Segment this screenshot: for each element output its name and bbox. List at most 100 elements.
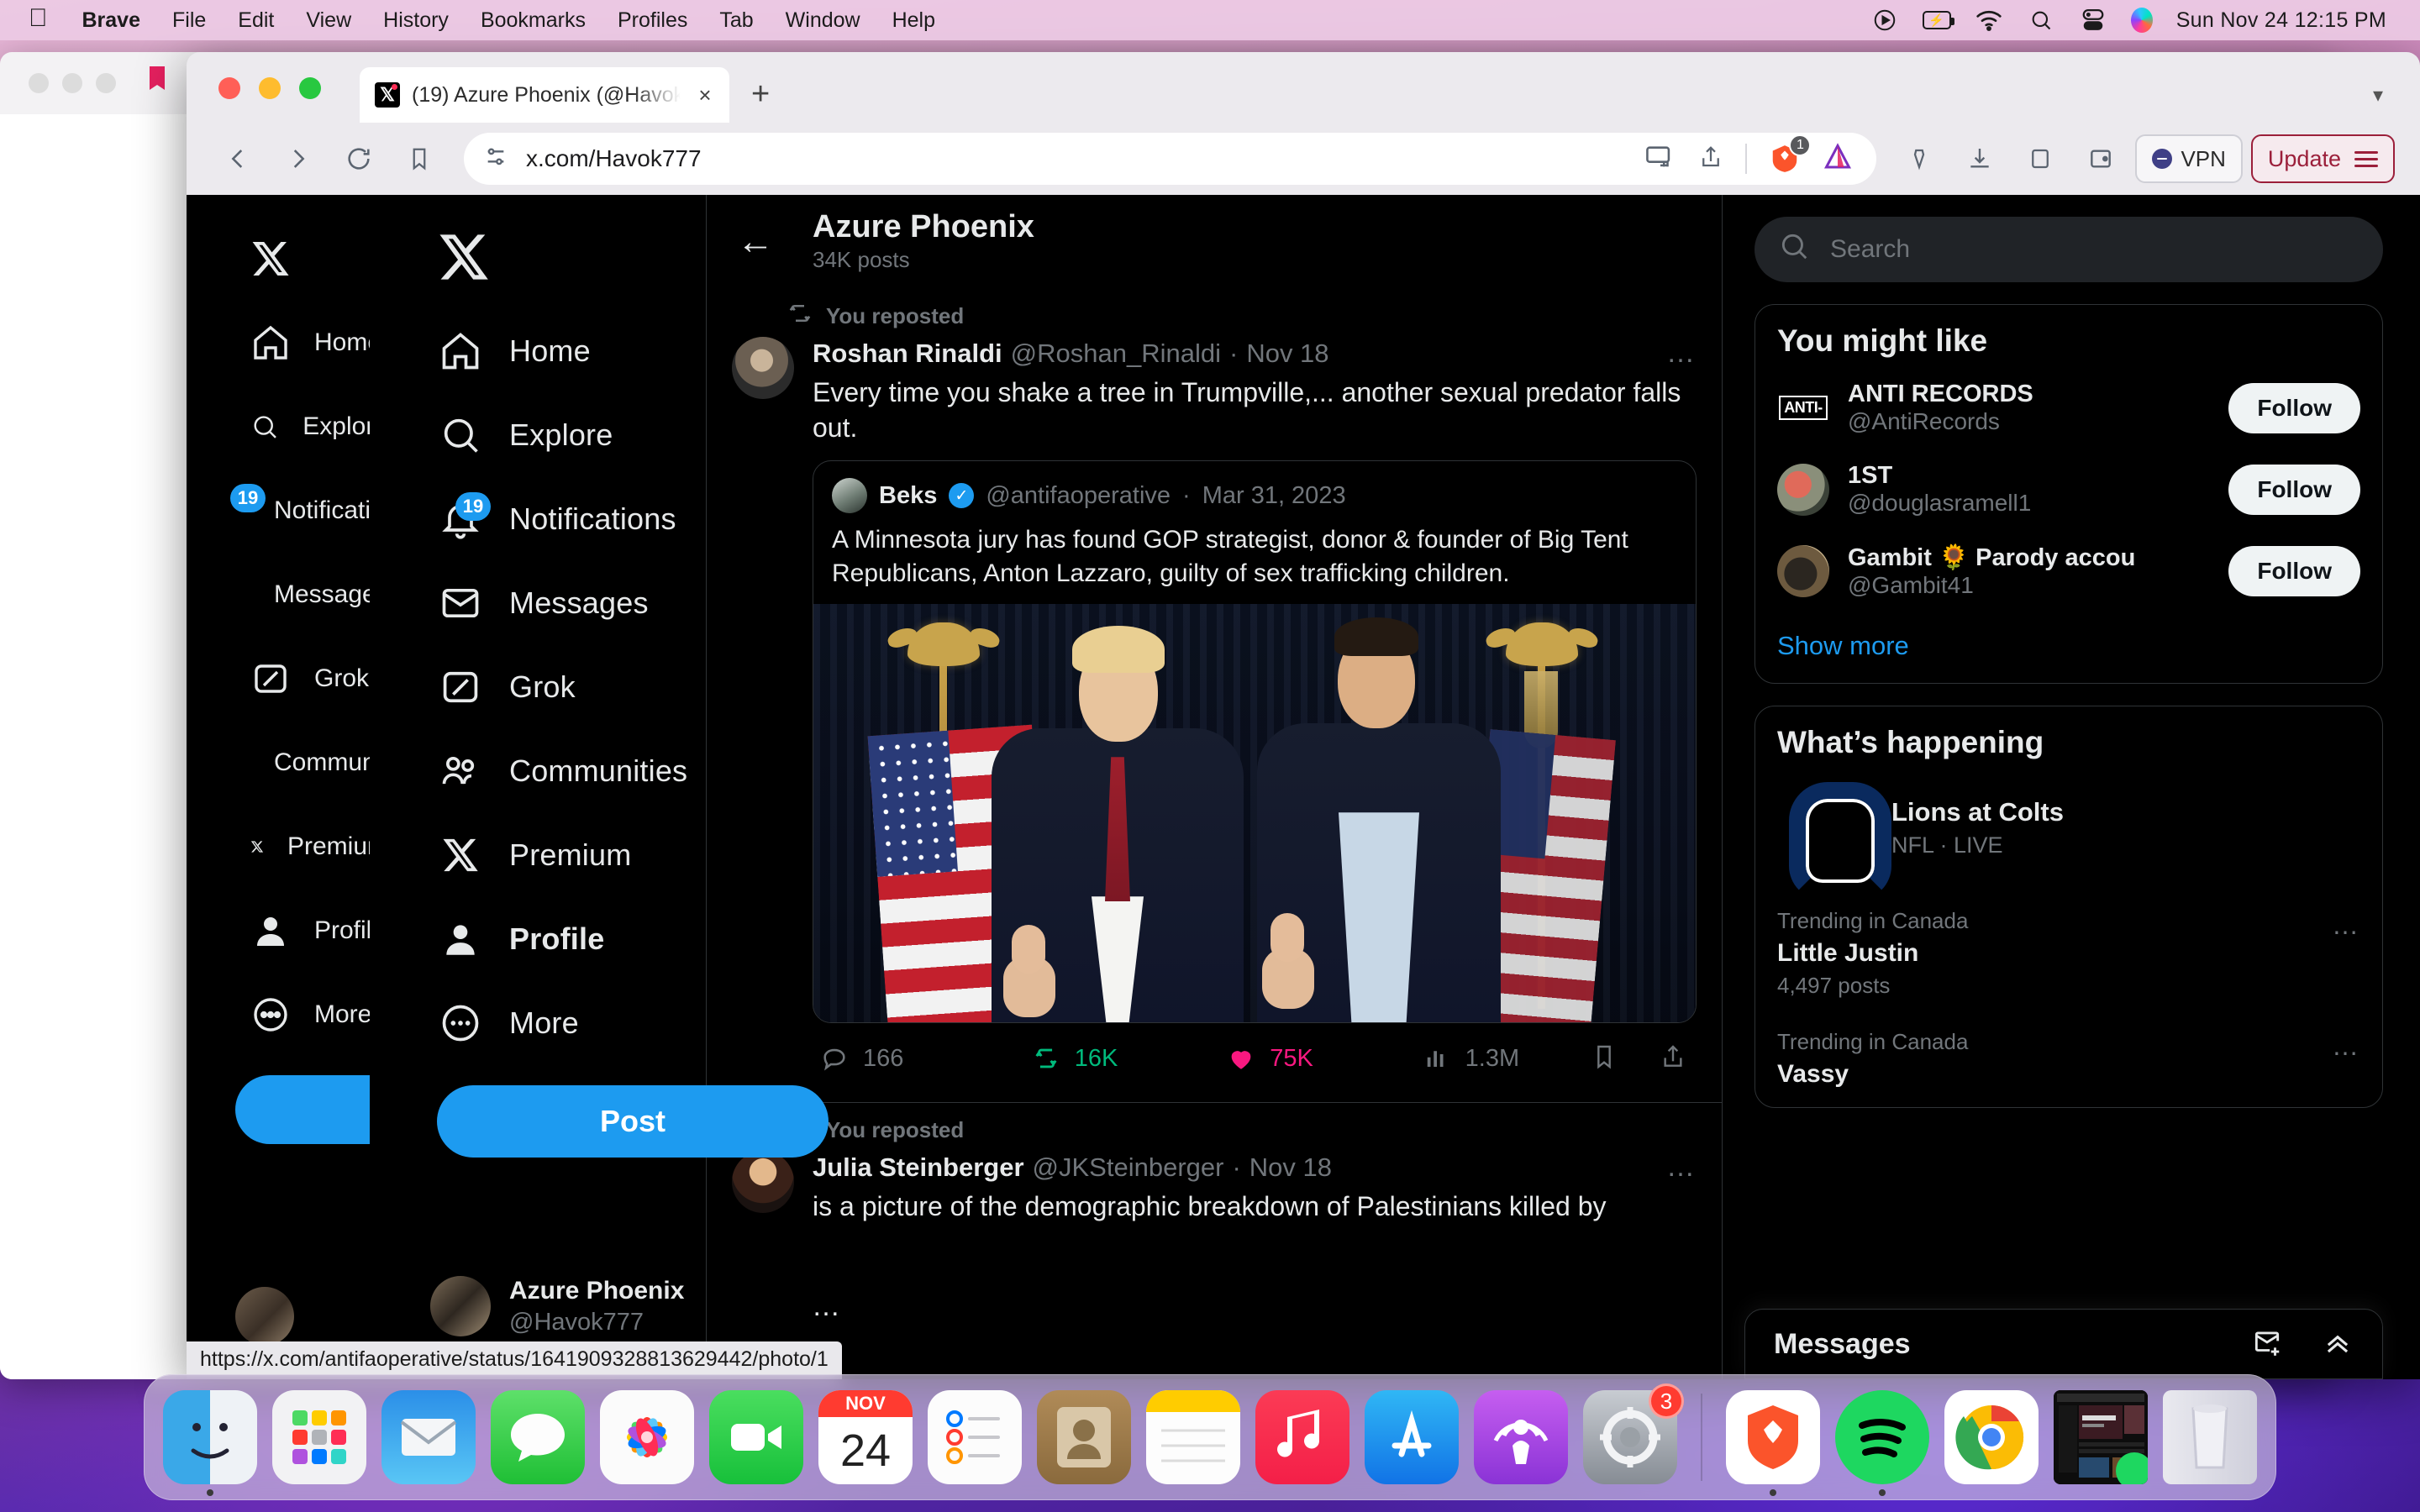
menubar-item-brave[interactable]: Brave xyxy=(66,8,157,33)
back-arrow-icon[interactable] xyxy=(212,133,264,185)
rail-item-profile[interactable]: Profile xyxy=(187,889,388,973)
dock-item-chrome[interactable] xyxy=(1944,1390,2039,1484)
apple-logo-icon[interactable]:  xyxy=(15,6,66,34)
menubar-item-profiles[interactable]: Profiles xyxy=(602,8,703,33)
dock-item-brave[interactable] xyxy=(1726,1390,1820,1484)
menubar-item-tab[interactable]: Tab xyxy=(703,8,769,33)
share-icon[interactable] xyxy=(1698,143,1723,176)
suggested-account[interactable]: 1ST @douglasramell1 Follow xyxy=(1755,449,2382,530)
brave-shields-lion-icon[interactable]: 1 xyxy=(1769,134,1812,175)
menubar-item-file[interactable]: File xyxy=(156,8,222,33)
dock-item-podcasts[interactable] xyxy=(1474,1390,1568,1484)
dock-item-calendar[interactable]: NOV 24 xyxy=(818,1390,913,1484)
dock-item-launchpad[interactable] xyxy=(272,1390,366,1484)
dock-item-contacts[interactable] xyxy=(1037,1390,1131,1484)
post-handle[interactable]: @Roshan_Rinaldi xyxy=(1011,339,1221,369)
like-button[interactable]: 75K xyxy=(1224,1042,1419,1075)
dock-item-reminders[interactable] xyxy=(928,1390,1022,1484)
address-bar[interactable]: x.com/Havok777 1 xyxy=(464,133,1877,185)
downloads-icon[interactable] xyxy=(1954,133,2006,185)
quoted-handle[interactable]: @antifaoperative xyxy=(986,482,1171,510)
post-button[interactable]: Post xyxy=(437,1085,829,1158)
timeline-post[interactable]: You reposted Roshan Rinaldi @Roshan_Rina… xyxy=(707,289,1722,1104)
timeline-post[interactable]: You reposted Julia Steinberger @JKSteinb… xyxy=(707,1103,1722,1231)
rail-item-messages[interactable]: Messages xyxy=(187,553,389,637)
rail-item-notifications[interactable]: 19 Notifications xyxy=(187,469,411,553)
cast-icon[interactable] xyxy=(1644,143,1676,176)
dock-item-mail[interactable] xyxy=(381,1390,476,1484)
search-input[interactable]: Search xyxy=(1754,217,2383,282)
trend-more-icon[interactable]: … xyxy=(2332,910,2360,941)
battery-charging-icon[interactable]: ⚡ xyxy=(1922,8,1954,33)
sidebar-item-notifications[interactable]: 19 Notifications xyxy=(370,477,706,561)
dock-item-music[interactable] xyxy=(1255,1390,1349,1484)
suggested-account[interactable]: ANTI- ANTI RECORDS @AntiRecords Follow xyxy=(1755,367,2382,449)
post-more-icon[interactable]: … xyxy=(1666,337,1697,370)
reload-icon[interactable] xyxy=(333,133,385,185)
avatar[interactable] xyxy=(732,1151,794,1214)
dock-item-spotify-window-preview[interactable] xyxy=(2054,1390,2148,1484)
rail-item-grok[interactable]: Grok xyxy=(187,637,388,721)
spotlight-search-icon[interactable] xyxy=(2027,8,2055,33)
sidebar-item-explore[interactable]: Explore xyxy=(370,393,706,477)
follow-button[interactable]: Follow xyxy=(2228,546,2360,596)
hamburger-menu-icon[interactable] xyxy=(2354,150,2378,167)
quoted-author[interactable]: Beks xyxy=(879,482,937,510)
dock-item-trash[interactable] xyxy=(2163,1390,2257,1484)
reply-button[interactable]: 166 xyxy=(818,1042,1029,1075)
rail-account[interactable] xyxy=(235,1287,294,1346)
menubar-item-bookmarks[interactable]: Bookmarks xyxy=(465,8,602,33)
messages-dock[interactable]: Messages xyxy=(1744,1309,2383,1379)
rail-item-more[interactable]: More xyxy=(187,973,388,1057)
views-button[interactable]: 1.3M xyxy=(1420,1042,1591,1075)
quoted-date[interactable]: Mar 31, 2023 xyxy=(1202,482,1346,510)
minimize-window-button[interactable] xyxy=(259,77,281,99)
sidebar-panel-icon[interactable] xyxy=(2014,133,2066,185)
account-switcher[interactable]: Azure Phoenix @Havok777 … xyxy=(430,1275,842,1337)
share-icon[interactable] xyxy=(1660,1042,1686,1075)
sidebar-item-home[interactable]: Home xyxy=(370,309,706,393)
chevron-up-icon[interactable] xyxy=(2322,1326,2354,1362)
account-menu-icon[interactable]: … xyxy=(812,1290,842,1323)
post-more-icon[interactable]: … xyxy=(1666,1151,1697,1184)
sidebar-item-grok[interactable]: Grok xyxy=(370,645,706,729)
x-logo-icon[interactable] xyxy=(437,230,491,284)
bg-minimize-button[interactable] xyxy=(62,73,82,93)
site-settings-icon[interactable] xyxy=(482,144,509,175)
suggested-account[interactable]: Gambit 🌻 Parody accou @Gambit41 Follow xyxy=(1755,530,2382,612)
menubar-item-help[interactable]: Help xyxy=(876,8,951,33)
new-tab-button[interactable]: + xyxy=(751,76,770,113)
sidebar-item-premium[interactable]: Premium xyxy=(370,813,706,897)
forward-arrow-icon[interactable] xyxy=(272,133,324,185)
trend-item[interactable]: … Trending in Canada Little Justin 4,497… xyxy=(1755,896,2382,1017)
dock-item-messages[interactable] xyxy=(491,1390,585,1484)
dock-item-app-store[interactable] xyxy=(1365,1390,1459,1484)
post-handle[interactable]: @JKSteinberger xyxy=(1033,1152,1224,1183)
post-date[interactable]: Nov 18 xyxy=(1249,1152,1332,1183)
menubar-item-edit[interactable]: Edit xyxy=(222,8,290,33)
bg-zoom-button[interactable] xyxy=(96,73,116,93)
brave-wallet-icon[interactable] xyxy=(2075,133,2127,185)
siri-icon[interactable] xyxy=(2130,8,2153,33)
rail-item-explore[interactable]: Explore xyxy=(187,385,388,469)
repost-button[interactable]: 16K xyxy=(1029,1042,1224,1075)
post-date[interactable]: Nov 18 xyxy=(1246,339,1328,369)
browser-tab[interactable]: 𝕏 (19) Azure Phoenix (@Havok7 × xyxy=(360,67,729,123)
vpn-button[interactable]: VPN xyxy=(2135,134,2243,183)
bookmark-icon[interactable] xyxy=(1591,1042,1618,1075)
post-author[interactable]: Julia Steinberger xyxy=(813,1152,1024,1183)
maximize-window-button[interactable] xyxy=(299,77,321,99)
dock-item-facetime[interactable] xyxy=(709,1390,803,1484)
control-center-play-icon[interactable] xyxy=(1870,8,1899,33)
dock-item-notes[interactable] xyxy=(1146,1390,1240,1484)
control-center-icon[interactable] xyxy=(2079,8,2107,33)
sidebar-item-messages[interactable]: Messages xyxy=(370,561,706,645)
dock-item-system-settings[interactable]: 3 xyxy=(1583,1383,1684,1484)
sidebar-item-more[interactable]: More xyxy=(370,981,706,1065)
dock-item-spotify[interactable] xyxy=(1835,1390,1929,1484)
rail-item-home[interactable]: Home xyxy=(187,301,388,385)
update-button[interactable]: Update xyxy=(2250,134,2395,183)
bg-close-button[interactable] xyxy=(29,73,49,93)
close-window-button[interactable] xyxy=(218,77,240,99)
menubar-item-view[interactable]: View xyxy=(290,8,367,33)
